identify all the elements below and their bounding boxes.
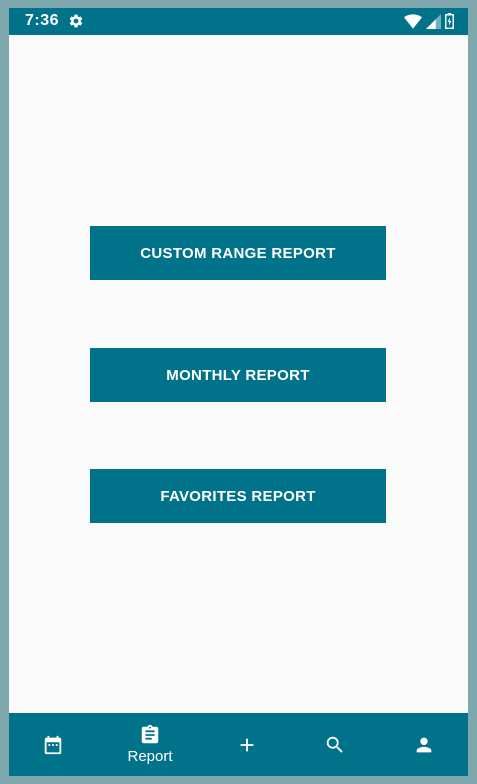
- status-icons: [404, 13, 454, 29]
- add-icon: [240, 738, 254, 751]
- custom-range-report-button[interactable]: CUSTOM RANGE REPORT: [90, 226, 386, 280]
- status-bar: 7:36: [9, 8, 468, 35]
- status-time: 7:36: [25, 12, 60, 29]
- search-icon: [326, 736, 343, 753]
- wifi-icon: [404, 13, 422, 29]
- nav-item-add[interactable]: [212, 713, 282, 776]
- nav-item-report[interactable]: Report: [115, 713, 185, 776]
- phone-screen: 7:36 CUSTOM RANGE REPORT MONTHLY REPORT …: [9, 8, 468, 776]
- favorites-report-button[interactable]: FAVORITES REPORT: [90, 469, 386, 523]
- nav-label-report: Report: [127, 748, 173, 765]
- bottom-navigation: Report: [9, 713, 468, 776]
- report-menu: CUSTOM RANGE REPORT MONTHLY REPORT FAVOR…: [9, 35, 468, 713]
- nav-item-profile[interactable]: [389, 713, 459, 776]
- clipboard-icon: [141, 724, 159, 744]
- battery-icon: [445, 13, 454, 29]
- nav-item-calendar[interactable]: [18, 713, 88, 776]
- settings-gear-icon: [69, 14, 83, 28]
- signal-icon: [426, 13, 441, 29]
- calendar-icon: [44, 735, 62, 754]
- nav-item-search[interactable]: [300, 713, 370, 776]
- person-icon: [416, 737, 432, 752]
- monthly-report-button[interactable]: MONTHLY REPORT: [90, 348, 386, 402]
